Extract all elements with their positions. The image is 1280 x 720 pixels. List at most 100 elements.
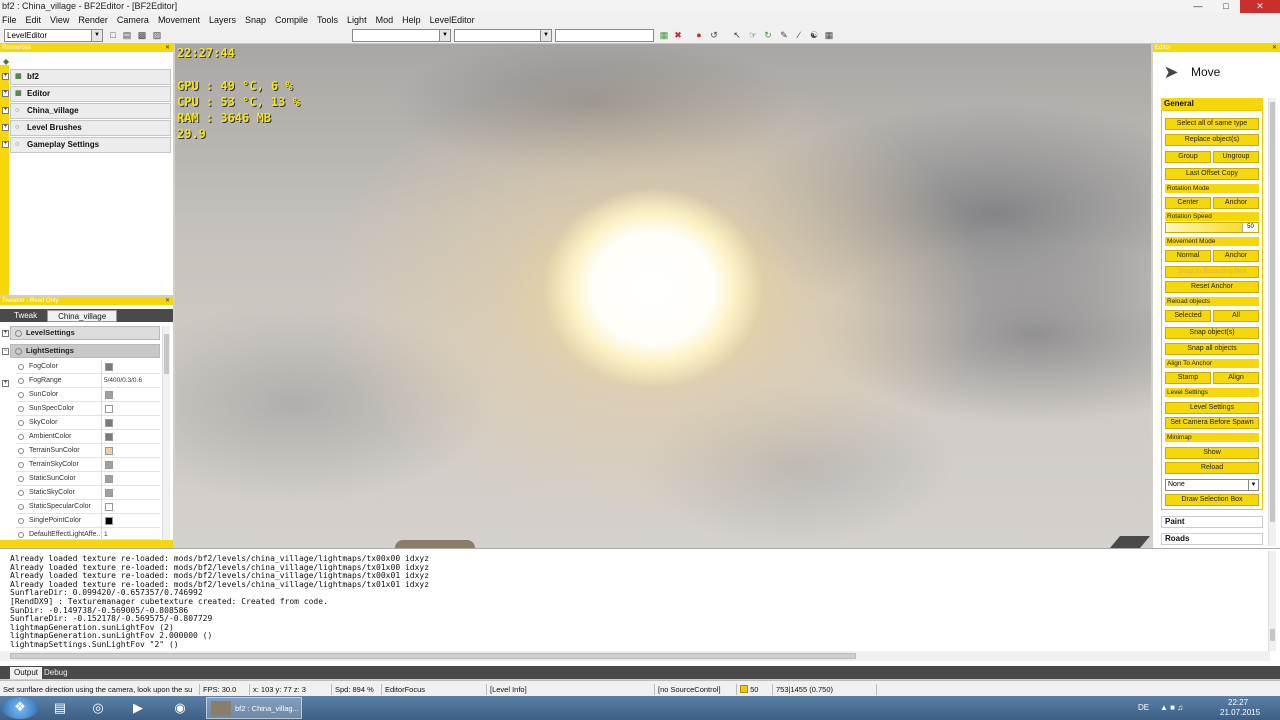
rotate-icon[interactable]: ↻ — [763, 30, 773, 40]
property-value[interactable]: 1 — [104, 528, 108, 539]
movement-normal-button[interactable]: Normal — [1165, 250, 1211, 262]
align-button[interactable]: Align — [1213, 372, 1259, 384]
expand-icon[interactable]: + — [2, 90, 9, 97]
menu-render[interactable]: Render — [78, 15, 108, 25]
clock-date[interactable]: 21.07.2015 — [1220, 708, 1260, 718]
3d-viewport[interactable]: 22:27:44 GPU : 49 °C, 6 % CPU : 53 °C, 1… — [175, 44, 1151, 548]
rotation-speed-slider[interactable]: 50 — [1165, 222, 1259, 233]
expand-icon[interactable]: + — [2, 380, 9, 387]
menu-help[interactable]: Help — [402, 15, 421, 25]
property-row[interactable]: TerrainSkyColor — [16, 458, 160, 472]
pointer-icon[interactable]: ↖ — [732, 30, 742, 40]
scrollbar-thumb[interactable] — [1270, 102, 1275, 522]
open-icon[interactable]: ▤ — [122, 30, 132, 40]
paint-section-header[interactable]: Paint — [1161, 516, 1263, 528]
reset-anchor-button[interactable]: Reset Anchor — [1165, 281, 1259, 293]
output-horizontal-scrollbar[interactable] — [0, 651, 1270, 661]
property-row[interactable]: StaticSpecularColor — [16, 500, 160, 514]
expand-icon[interactable]: + — [2, 124, 9, 131]
property-row[interactable]: TerrainSunColor — [16, 444, 160, 458]
scrollbar-thumb[interactable] — [164, 334, 169, 374]
general-section-header[interactable]: General — [1161, 98, 1263, 110]
editor-scrollbar[interactable] — [1268, 98, 1276, 546]
menu-layers[interactable]: Layers — [209, 15, 236, 25]
minimap-reload-button[interactable]: Reload — [1165, 462, 1259, 474]
minimize-button[interactable]: — — [1184, 0, 1212, 13]
expand-icon[interactable]: + — [2, 107, 9, 114]
explorer-icon[interactable]: ▤ — [42, 698, 78, 718]
media-player-icon[interactable]: ▶ — [120, 698, 156, 718]
menu-compile[interactable]: Compile — [275, 15, 308, 25]
color-swatch[interactable] — [105, 433, 113, 441]
color-swatch[interactable] — [105, 461, 113, 469]
rotation-anchor-button[interactable]: Anchor — [1213, 197, 1259, 209]
output-vertical-scrollbar[interactable] — [1268, 551, 1276, 651]
resource-item-editor[interactable]: ▦ Editor — [10, 86, 171, 102]
property-row[interactable]: SunColor — [16, 388, 160, 402]
replace-objects-button[interactable]: Replace object(s) — [1165, 134, 1259, 146]
output-console[interactable]: Already loaded texture re-loaded: mods/b… — [0, 548, 1280, 666]
color-swatch[interactable] — [105, 489, 113, 497]
tab-china-village[interactable]: China_village — [47, 310, 118, 322]
resource-item-china-village[interactable]: ○ China_village — [10, 103, 171, 119]
property-row[interactable]: SinglePointColor — [16, 514, 160, 528]
menu-file[interactable]: File — [2, 15, 17, 25]
select-all-same-type-button[interactable]: Select all of same type — [1165, 118, 1259, 130]
color-swatch[interactable] — [105, 475, 113, 483]
snap-to-bounding-box-button[interactable]: Snap to Bounding Box — [1165, 266, 1259, 278]
movement-anchor-button[interactable]: Anchor — [1213, 250, 1259, 262]
color-swatch[interactable] — [105, 447, 113, 455]
level-settings-button[interactable]: Level Settings — [1165, 402, 1259, 414]
property-row[interactable]: StaticSunColor — [16, 472, 160, 486]
clock-time[interactable]: 22:27 — [1228, 698, 1248, 708]
set-camera-before-spawn-button[interactable]: Set Camera Before Spawn — [1165, 417, 1259, 429]
rotation-center-button[interactable]: Center — [1165, 197, 1211, 209]
menu-camera[interactable]: Camera — [117, 15, 149, 25]
last-offset-copy-button[interactable]: Last Offset Copy — [1165, 168, 1259, 180]
pencil-icon[interactable]: ✎ — [779, 30, 789, 40]
property-row[interactable]: SunSpecColor — [16, 402, 160, 416]
record-icon[interactable]: ● — [694, 30, 704, 40]
menu-mod[interactable]: Mod — [376, 15, 394, 25]
menu-view[interactable]: View — [50, 15, 69, 25]
save-icon[interactable]: ▩ — [137, 30, 147, 40]
rotation-speed-value[interactable]: 50 — [1242, 223, 1258, 232]
ruler-icon[interactable]: ∕ — [794, 30, 804, 40]
start-button[interactable]: ❖ — [2, 697, 38, 719]
reload-selected-button[interactable]: Selected — [1165, 310, 1211, 322]
color-swatch[interactable] — [105, 503, 113, 511]
resource-item-bf2[interactable]: ▦ bf2 — [10, 69, 171, 85]
color-swatch[interactable] — [105, 517, 113, 525]
minimap-show-button[interactable]: Show — [1165, 447, 1259, 459]
resource-item-level-brushes[interactable]: ○ Level Brushes — [10, 120, 171, 136]
editor-select[interactable]: LevelEditor ▼ — [4, 29, 103, 42]
color-swatch[interactable] — [105, 391, 113, 399]
menu-leveleditor[interactable]: LevelEditor — [430, 15, 475, 25]
property-row[interactable]: AmbientColor — [16, 430, 160, 444]
tweaker-scrollbar[interactable] — [162, 326, 170, 540]
group-button[interactable]: Group — [1165, 151, 1211, 163]
color-swatch[interactable] — [105, 363, 113, 371]
color-swatch[interactable] — [105, 405, 113, 413]
expand-icon[interactable]: + — [2, 73, 9, 80]
add-icon[interactable]: ▦ — [659, 30, 669, 40]
tab-tweak[interactable]: Tweak — [4, 310, 48, 322]
roads-section-header[interactable]: Roads — [1161, 533, 1263, 545]
refresh-icon[interactable]: ↺ — [709, 30, 719, 40]
grid-icon[interactable]: ▦ — [824, 30, 834, 40]
property-row[interactable]: SkyColor — [16, 416, 160, 430]
person-icon[interactable]: ☯ — [809, 30, 819, 40]
language-indicator[interactable]: DE — [1138, 696, 1149, 720]
group-select[interactable]: ▼ — [454, 29, 552, 42]
snap-objects-button[interactable]: Snap object(s) — [1165, 327, 1259, 339]
delete-icon[interactable]: ✖ — [673, 30, 683, 40]
scrollbar-thumb[interactable] — [1270, 629, 1275, 641]
ungroup-button[interactable]: Ungroup — [1213, 151, 1259, 163]
firefox-icon[interactable]: ◉ — [162, 698, 198, 718]
menu-movement[interactable]: Movement — [158, 15, 200, 25]
property-value[interactable]: 5/400/0.3/0.6 — [104, 374, 142, 388]
close-icon[interactable]: ✕ — [165, 44, 170, 52]
tray-icons[interactable]: ▲ ■ ♫ — [1160, 696, 1183, 720]
selection-dropdown[interactable]: None ▼ — [1165, 479, 1259, 491]
close-icon[interactable]: ✕ — [1272, 44, 1277, 52]
